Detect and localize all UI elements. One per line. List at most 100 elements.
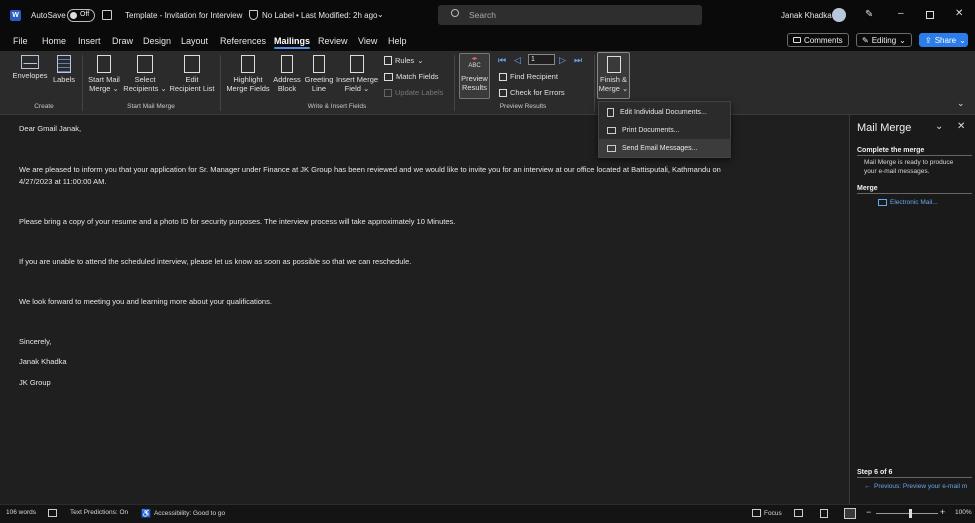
insert-merge-field-label-2: Field ⌄ <box>344 84 370 93</box>
greeting-line-button[interactable]: Greeting Line <box>303 55 335 93</box>
print-documents-item[interactable]: Print Documents... <box>599 121 731 139</box>
autosave-state: Off <box>80 11 90 18</box>
save-icon[interactable] <box>102 10 112 20</box>
ribbon: Envelopes Labels Create Start Mail Merge… <box>0 51 975 115</box>
previous-record-icon[interactable]: ◁ <box>514 55 521 66</box>
find-recipient-button[interactable]: Find Recipient <box>499 72 558 81</box>
finish-merge-icon <box>606 56 621 73</box>
send-email-messages-item[interactable]: Send Email Messages... <box>599 139 731 157</box>
start-mail-merge-label-1: Start Mail <box>88 75 120 84</box>
heading-underline <box>857 193 972 194</box>
address-block-label-1: Address <box>273 75 301 84</box>
word-icon[interactable]: W <box>10 10 21 21</box>
envelopes-button[interactable]: Envelopes <box>11 55 49 80</box>
close-icon[interactable]: ✕ <box>955 8 963 19</box>
mail-merge-pane: Mail Merge ⌄ ✕ Complete the merge Mail M… <box>849 115 975 504</box>
web-layout-icon[interactable] <box>844 508 856 519</box>
tab-home[interactable]: Home <box>42 36 66 46</box>
last-modified[interactable]: Last Modified: 2h ago <box>301 11 378 20</box>
search-box[interactable]: Search <box>438 5 702 25</box>
finish-merge-button[interactable]: Finish & Merge ⌄ <box>597 52 630 99</box>
select-recipients-label-1: Select <box>134 75 156 84</box>
accessibility-label: Accessibility: Good to go <box>153 510 226 517</box>
check-errors-button[interactable]: Check for Errors <box>499 88 565 97</box>
rules-button[interactable]: Rules ⌄ <box>384 56 423 65</box>
tab-draw[interactable]: Draw <box>112 36 133 46</box>
document-area[interactable]: Dear Gmail Janak, We are pleased to info… <box>0 115 849 504</box>
ribbon-collapse-icon[interactable]: ⌄ <box>957 98 965 109</box>
chevron-down-icon[interactable]: ⌄ <box>935 121 943 132</box>
highlight-merge-fields-button[interactable]: Highlight Merge Fields <box>224 55 272 93</box>
update-labels-button: Update Labels <box>384 88 443 97</box>
tab-file[interactable]: File <box>13 36 28 46</box>
sensitivity-label[interactable]: No Label <box>262 11 294 20</box>
email-icon <box>607 144 616 152</box>
merge-heading: Merge <box>857 185 878 192</box>
edit-recipient-list-button[interactable]: Edit Recipient List <box>168 55 216 93</box>
avatar[interactable] <box>832 8 846 22</box>
tab-references[interactable]: References <box>220 36 266 46</box>
labels-icon <box>57 55 71 73</box>
group-label-write-insert: Write & Insert Fields <box>307 103 367 110</box>
complete-text-2: your e-mail messages. <box>864 168 930 175</box>
pen-icon[interactable]: ✎ <box>865 9 873 20</box>
highlight-label-1: Highlight <box>233 75 263 84</box>
zoom-in-icon[interactable]: + <box>940 507 945 517</box>
match-fields-button[interactable]: Match Fields <box>384 72 439 81</box>
zoom-slider[interactable] <box>876 509 938 518</box>
tab-design[interactable]: Design <box>143 36 171 46</box>
status-bar: 106 words Text Predictions: On ♿ Accessi… <box>0 504 975 523</box>
zoom-slider-thumb[interactable] <box>909 509 913 518</box>
accessibility-status[interactable]: ♿ Accessibility: Good to go <box>141 509 225 518</box>
tab-mailings[interactable]: Mailings <box>274 36 311 49</box>
tab-review[interactable]: Review <box>318 36 348 46</box>
user-name[interactable]: Janak Khadka <box>781 11 832 20</box>
minimize-icon[interactable]: – <box>898 8 904 19</box>
proofing-icon[interactable] <box>48 509 57 517</box>
first-record-icon[interactable]: ⏮ <box>498 55 506 66</box>
paragraph-1-line-1: We are pleased to inform you that your a… <box>19 165 721 174</box>
tab-help[interactable]: Help <box>388 36 407 46</box>
greeting-line-label-2: Line <box>311 84 327 93</box>
step-indicator: Step 6 of 6 <box>857 469 893 476</box>
read-mode-icon[interactable] <box>794 509 803 517</box>
labels-button[interactable]: Labels <box>50 55 78 84</box>
zoom-level[interactable]: 100% <box>955 509 972 516</box>
comments-button[interactable]: Comments <box>787 33 849 47</box>
address-block-button[interactable]: Address Block <box>271 55 303 93</box>
print-layout-icon[interactable] <box>820 509 828 518</box>
email-icon <box>878 199 887 206</box>
zoom-out-icon[interactable]: − <box>866 507 871 517</box>
search-icon <box>451 9 459 17</box>
focus-button[interactable]: Focus <box>752 509 782 517</box>
chevron-down-icon[interactable]: ⌄ <box>377 10 384 19</box>
tab-view[interactable]: View <box>358 36 377 46</box>
word-count[interactable]: 106 words <box>6 509 36 516</box>
restore-icon[interactable] <box>926 11 934 19</box>
last-record-icon[interactable]: ⏭ <box>574 55 582 66</box>
next-record-icon[interactable]: ▷ <box>559 55 566 66</box>
share-button[interactable]: ⇪ Share ⌄ <box>919 33 968 47</box>
electronic-mail-link[interactable]: Electronic Mail... <box>878 199 938 206</box>
close-icon[interactable]: ✕ <box>957 121 965 132</box>
tab-insert[interactable]: Insert <box>78 36 101 46</box>
start-mail-merge-button[interactable]: Start Mail Merge ⌄ <box>85 55 123 93</box>
select-recipients-label-2: Recipients ⌄ <box>123 84 167 93</box>
select-recipients-button[interactable]: Select Recipients ⌄ <box>123 55 167 93</box>
text-predictions[interactable]: Text Predictions: On <box>70 509 128 516</box>
paragraph-3: If you are unable to attend the schedule… <box>19 257 412 266</box>
greeting-line-icon <box>313 55 325 73</box>
editing-button[interactable]: ✎ Editing ⌄ <box>856 33 912 47</box>
record-number-input[interactable]: 1 <box>528 54 555 65</box>
record-number: 1 <box>531 56 535 63</box>
autosave-toggle[interactable]: Off <box>67 9 95 22</box>
sensitivity-shield-icon <box>249 10 258 20</box>
previous-step-link[interactable]: ← Previous: Preview your e-mail m <box>864 483 967 490</box>
preview-results-button[interactable]: ◂▸ ABC Preview Results <box>459 53 490 99</box>
tab-layout[interactable]: Layout <box>181 36 208 46</box>
edit-individual-documents-item[interactable]: Edit Individual Documents... <box>599 103 731 121</box>
complete-heading: Complete the merge <box>857 147 925 154</box>
insert-merge-field-button[interactable]: Insert Merge Field ⌄ <box>334 55 380 93</box>
preview-results-label-2: Results <box>461 83 487 92</box>
finish-merge-label-2: Merge ⌄ <box>598 84 629 93</box>
